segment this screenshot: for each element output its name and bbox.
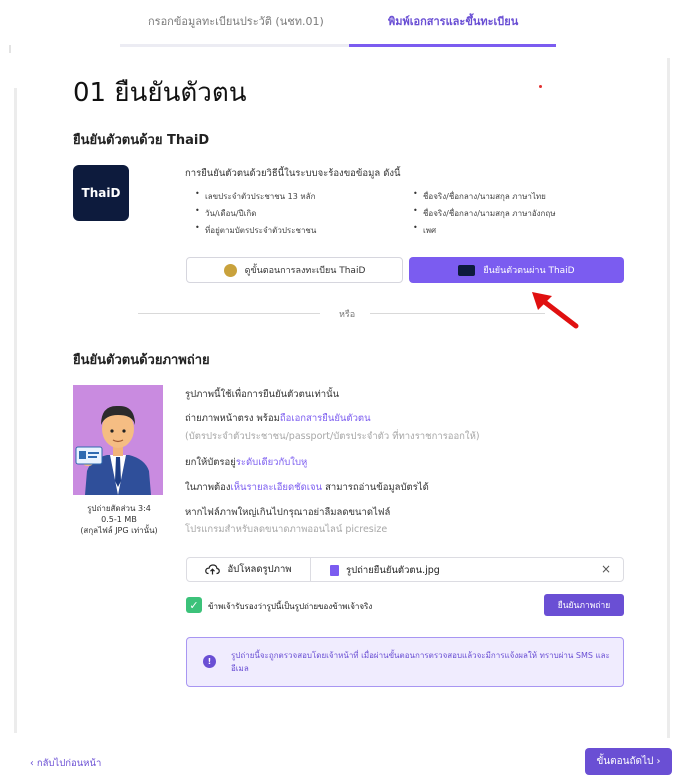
thaid-intro: การยืนยันตัวตนด้วยวิธีนี้ในระบบจะร้องขอข…: [185, 168, 401, 179]
tab-print-register[interactable]: พิมพ์เอกสารและขึ้นทะเบียน: [388, 12, 518, 30]
person-illustration-icon: [73, 385, 163, 495]
list-item: ชื่อจริง/ชื่อกลาง/นามสกุล ภาษาอังกฤษ: [413, 206, 556, 220]
next-step-button[interactable]: ขั้นตอนถัดไป ›: [585, 748, 672, 775]
requested-data-list-left: เลขประจำตัวประชาชน 13 หลัก วัน/เดือน/ปีเ…: [195, 189, 316, 241]
verify-with-thaid-button[interactable]: ยืนยันตัวตนผ่าน ThaiD: [409, 257, 624, 283]
verify-with-thaid-label: ยืนยันตัวตนผ่าน ThaiD: [483, 266, 575, 276]
clear-details-link[interactable]: เห็นรายละเอียดชัดเจน: [231, 482, 323, 493]
ear-level-link[interactable]: ระดับเดียวกับใบหู: [236, 457, 307, 468]
requested-data-list-right: ชื่อจริง/ชื่อกลาง/นามสกุล ภาษาไทย ชื่อจร…: [413, 189, 556, 241]
red-arrow-icon: [532, 292, 579, 329]
photo-ratio: รูปถ่ายสัดส่วน 3:4: [87, 504, 151, 513]
consent-checkbox[interactable]: ✓: [186, 597, 202, 613]
red-dot: [539, 85, 542, 88]
tab-registration-info[interactable]: กรอกข้อมูลทะเบียนประวัติ (นชท.01): [148, 12, 324, 30]
list-item: ที่อยู่ตามบัตรประจำตัวประชาชน: [195, 223, 316, 237]
verification-notice-text: รูปถ่ายนี้จะถูกตรวจสอบโดยเจ้าหน้าที่ เมื…: [231, 651, 610, 673]
list-item: เลขประจำตัวประชาชน 13 หลัก: [195, 189, 316, 203]
instruction-text: สามารถอ่านข้อมูลบัตรได้: [322, 482, 429, 493]
photo-instruction-1: ถ่ายภาพหน้าตรง พร้อมถือเอกสารยืนยันตัวตน: [185, 411, 371, 426]
left-edge-mark: [9, 45, 11, 53]
content-left-border: [14, 88, 17, 733]
divider-left: [138, 313, 320, 314]
picresize-hint: โปรแกรมสำหรับลดขนาดภาพออนไลน์ picresize: [185, 524, 388, 535]
thaid-logo-text: ThaiD: [81, 186, 121, 200]
thaid-logo: ThaiD: [73, 165, 129, 221]
photo-requirements-note: รูปถ่ายสัดส่วน 3:4 0.5-1 MB (สกุลไฟล์ JP…: [62, 503, 176, 536]
id-document-types: (บัตรประจำตัวประชาชน/passport/บัตรประจำต…: [185, 431, 480, 442]
tab-underline-inactive: [120, 44, 349, 47]
id-document-link[interactable]: ถือเอกสารยืนยันตัวตน: [280, 413, 371, 424]
thaid-guide-label: ดูขั้นตอนการลงทะเบียน ThaiD: [244, 266, 366, 276]
uploaded-file: รูปถ่ายยืนยันตัวตน.jpg: [330, 563, 440, 578]
or-label: หรือ: [339, 310, 356, 320]
thaid-guide-button[interactable]: ดูขั้นตอนการลงทะเบียน ThaiD: [186, 257, 403, 283]
photo-instruction-2: ยกให้บัตรอยู่ระดับเดียวกับใบหู: [185, 455, 307, 470]
upload-photo-button[interactable]: อัปโหลดรูปภาพ: [187, 558, 311, 581]
page-title: 01 ยืนยันตัวตน: [73, 78, 247, 108]
list-item: ชื่อจริง/ชื่อกลาง/นามสกุล ภาษาไทย: [413, 189, 556, 203]
close-icon[interactable]: ×: [601, 562, 611, 576]
upload-photo-label: อัปโหลดรูปภาพ: [227, 564, 292, 575]
list-item: วัน/เดือน/ปีเกิด: [195, 206, 316, 220]
step-tabs: กรอกข้อมูลทะเบียนประวัติ (นชท.01) พิมพ์เ…: [120, 0, 556, 47]
thaid-section-title: ยืนยันตัวตนด้วย ThaiD: [73, 133, 210, 148]
confirm-photo-button[interactable]: ยืนยันภาพถ่าย: [544, 594, 624, 616]
file-size-instruction: หากไฟล์ภาพใหญ่เกินไปกรุณาอย่าลืมลดขนาดไฟ…: [185, 507, 391, 518]
gold-seal-icon: [223, 263, 237, 277]
consent-label: ข้าพเจ้ารับรองว่ารูปนี้เป็นรูปถ่ายของข้า…: [208, 602, 373, 611]
photo-section-title: ยืนยันตัวตนด้วยภาพถ่าย: [73, 353, 210, 368]
instruction-text: ถ่ายภาพหน้าตรง พร้อม: [185, 413, 280, 424]
info-icon: !: [203, 655, 216, 668]
verification-notice: ! รูปถ่ายนี้จะถูกตรวจสอบโดยเจ้าหน้าที่ เ…: [186, 637, 624, 687]
sample-photo-image: [73, 385, 163, 495]
content-right-border: [667, 58, 670, 738]
photo-purpose-text: รูปภาพนี้ใช้เพื่อการยืนยันตัวตนเท่านั้น: [185, 389, 340, 400]
back-link[interactable]: ‹ กลับไปก่อนหน้า: [30, 756, 101, 771]
photo-format: (สกุลไฟล์ JPG เท่านั้น): [80, 526, 158, 535]
list-item: เพศ: [413, 223, 556, 237]
photo-instruction-3: ในภาพต้องเห็นรายละเอียดชัดเจน สามารถอ่าน…: [185, 480, 429, 495]
cloud-upload-icon: [205, 564, 221, 575]
check-icon: ✓: [189, 598, 199, 612]
upload-field: อัปโหลดรูปภาพ รูปถ่ายยืนยันตัวตน.jpg ×: [186, 557, 624, 582]
instruction-text: ยกให้บัตรอยู่: [185, 457, 236, 468]
image-file-icon: [330, 565, 339, 576]
photo-size: 0.5-1 MB: [101, 515, 137, 524]
thaid-mini-icon: [458, 264, 476, 276]
divider-right: [370, 313, 545, 314]
uploaded-file-name: รูปถ่ายยืนยันตัวตน.jpg: [346, 565, 440, 576]
instruction-text: ในภาพต้อง: [185, 482, 231, 493]
tab-underline-active: [349, 44, 556, 47]
